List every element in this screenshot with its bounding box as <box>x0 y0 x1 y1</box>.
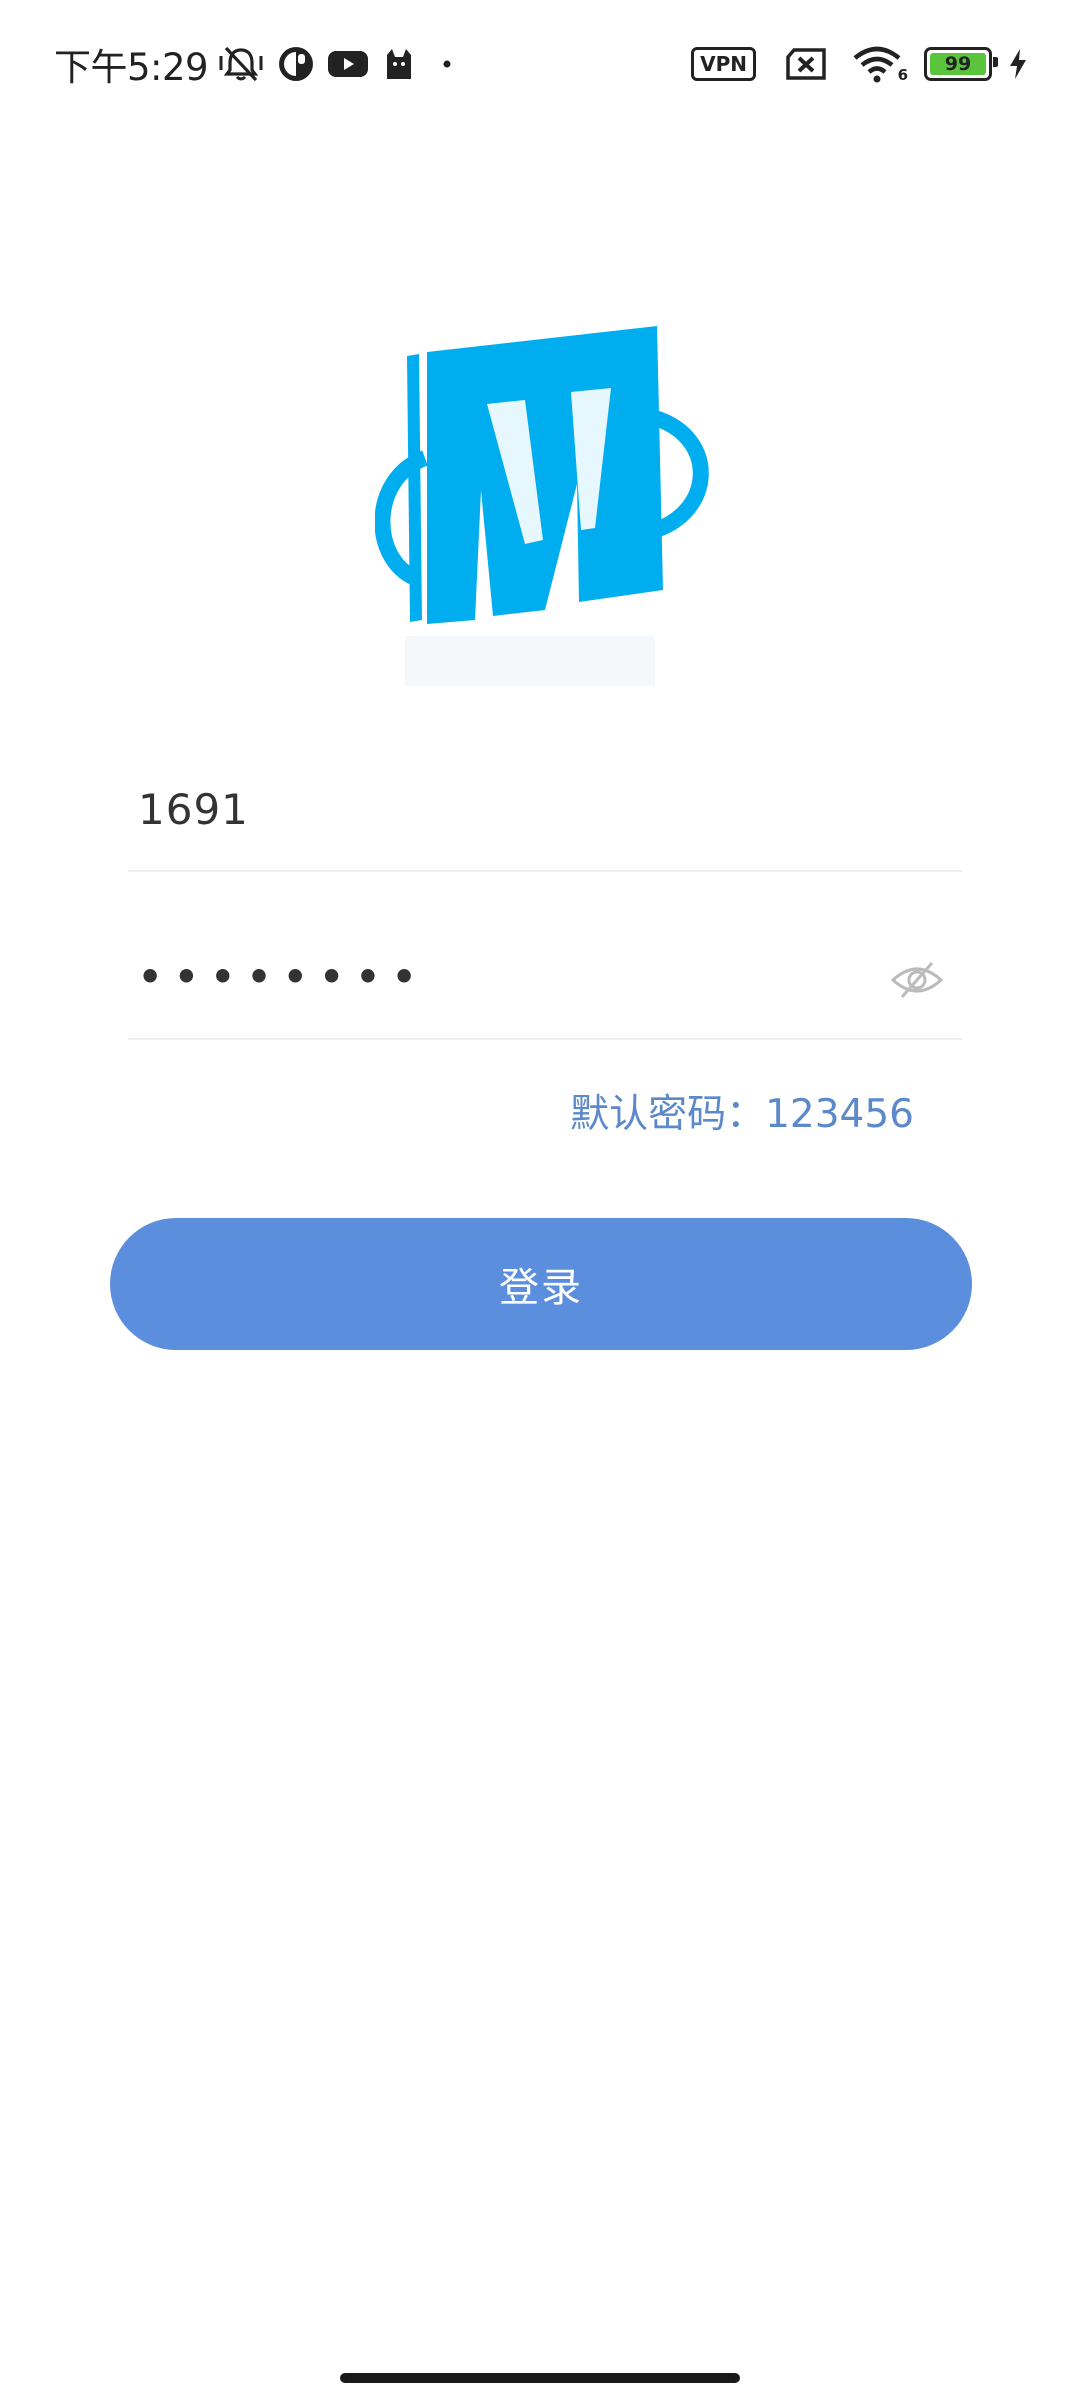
mute-vibrate-icon <box>218 44 264 84</box>
password-value: •••••••• <box>138 955 429 999</box>
charging-icon <box>1008 48 1028 80</box>
vpn-badge: VPN <box>691 47 756 81</box>
battery-level: 99 <box>944 53 972 75</box>
status-bar-left: 下午5:29 <box>54 36 452 92</box>
login-button[interactable]: 登录 <box>110 1218 972 1350</box>
pie-app-icon <box>278 46 314 82</box>
username-value: 1691 <box>138 785 249 834</box>
status-time: 下午5:29 <box>54 46 209 89</box>
battery-icon: 99 <box>924 47 998 81</box>
home-indicator[interactable] <box>340 2373 740 2383</box>
password-field[interactable]: •••••••• <box>128 925 962 1040</box>
dot-icon <box>442 59 452 69</box>
m-logo-icon <box>374 326 709 686</box>
app-logo <box>374 318 710 698</box>
wifi-icon: 6 <box>852 44 908 84</box>
password-visibility-toggle-icon[interactable] <box>890 960 944 1000</box>
youtube-icon <box>328 49 369 79</box>
cat-app-icon <box>382 47 416 81</box>
status-bar-right: VPN 6 99 <box>691 36 1028 92</box>
sim-x-icon <box>784 47 828 81</box>
username-field[interactable]: 1691 <box>128 755 962 872</box>
wifi-generation-badge: 6 <box>897 66 908 84</box>
default-password-hint: 默认密码：123456 <box>570 1092 914 1137</box>
status-bar: 下午5:29 VPN 6 99 <box>0 0 1080 120</box>
